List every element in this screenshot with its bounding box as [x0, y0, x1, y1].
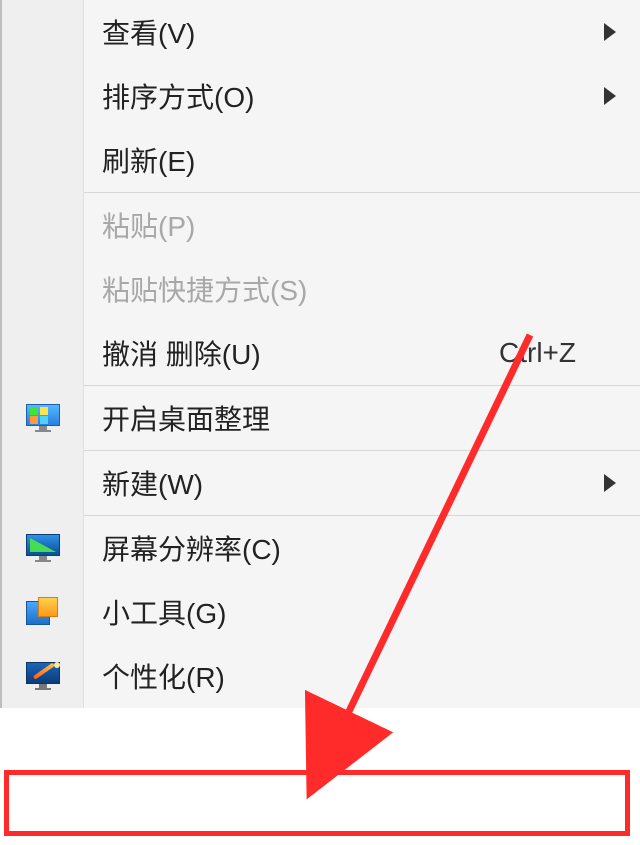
- menu-item-label: 查看(V): [84, 12, 640, 52]
- menu-item-paste-shortcut: 粘贴快捷方式(S): [2, 257, 640, 321]
- menu-item-refresh[interactable]: 刷新(E): [2, 128, 640, 192]
- menu-item-gadgets[interactable]: 小工具(G): [2, 580, 640, 644]
- menu-item-label: 新建(W): [84, 463, 640, 503]
- menu-item-sort[interactable]: 排序方式(O): [2, 64, 640, 128]
- menu-item-label: 个性化(R): [84, 656, 640, 696]
- monitor-tiles-icon: [2, 386, 84, 450]
- desktop-context-menu: 查看(V) 排序方式(O) 刷新(E) 粘贴(P) 粘贴快捷方式(S) 撤消 删…: [0, 0, 640, 708]
- icon-slot-empty: [2, 64, 84, 128]
- icon-slot-empty: [2, 193, 84, 257]
- icon-slot-empty: [2, 321, 84, 385]
- menu-item-shortcut: Ctrl+Z: [499, 337, 640, 369]
- menu-item-label: 小工具(G): [84, 592, 640, 632]
- menu-item-desktop-organize[interactable]: 开启桌面整理: [2, 386, 640, 450]
- icon-slot-empty: [2, 451, 84, 515]
- submenu-arrow-icon: [604, 80, 618, 112]
- menu-item-label: 屏幕分辨率(C): [84, 528, 640, 568]
- menu-item-label: 开启桌面整理: [84, 398, 640, 438]
- menu-item-label: 排序方式(O): [84, 76, 640, 116]
- menu-item-view[interactable]: 查看(V): [2, 0, 640, 64]
- menu-item-undo-delete[interactable]: 撤消 删除(U) Ctrl+Z: [2, 321, 640, 385]
- annotation-highlight-box: [4, 770, 630, 836]
- menu-item-new[interactable]: 新建(W): [2, 451, 640, 515]
- menu-item-label: 撤消 删除(U): [84, 333, 499, 373]
- menu-item-paste: 粘贴(P): [2, 193, 640, 257]
- menu-item-label: 粘贴快捷方式(S): [84, 269, 640, 309]
- submenu-arrow-icon: [604, 16, 618, 48]
- personalize-icon: [2, 644, 84, 708]
- menu-item-personalize[interactable]: 个性化(R): [2, 644, 640, 708]
- menu-item-label: 刷新(E): [84, 140, 640, 180]
- icon-slot-empty: [2, 257, 84, 321]
- menu-item-label: 粘贴(P): [84, 205, 640, 245]
- icon-slot-empty: [2, 0, 84, 64]
- gadgets-icon: [2, 580, 84, 644]
- menu-item-screen-resolution[interactable]: 屏幕分辨率(C): [2, 516, 640, 580]
- icon-slot-empty: [2, 128, 84, 192]
- submenu-arrow-icon: [604, 467, 618, 499]
- monitor-resolution-icon: [2, 516, 84, 580]
